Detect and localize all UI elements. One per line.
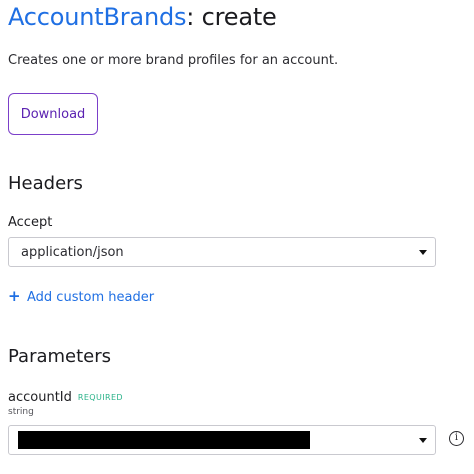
- plus-icon: +: [8, 287, 21, 305]
- download-button[interactable]: Download: [8, 93, 98, 135]
- accept-label: Accept: [8, 215, 53, 230]
- param-name: accountId: [8, 390, 72, 405]
- param-type-label: string: [8, 407, 34, 417]
- accept-select[interactable]: application/json: [8, 237, 436, 267]
- add-custom-header-button[interactable]: + Add custom header: [8, 287, 154, 305]
- redacted-value: [18, 431, 310, 449]
- page-description: Creates one or more brand profiles for a…: [8, 53, 339, 68]
- caret-down-icon: [419, 438, 427, 443]
- parameters-heading: Parameters: [8, 346, 112, 367]
- add-custom-header-label: Add custom header: [27, 290, 155, 305]
- accept-select-value: application/json: [21, 245, 124, 260]
- page-title-resource: AccountBrands: [8, 3, 187, 31]
- page-title: AccountBrands: create: [8, 3, 277, 31]
- accountid-select[interactable]: [8, 425, 436, 455]
- headers-heading: Headers: [8, 173, 83, 194]
- required-badge: REQUIRED: [77, 393, 123, 402]
- page-title-method: : create: [186, 3, 277, 31]
- param-accountid-label: accountId REQUIRED: [8, 390, 123, 405]
- caret-down-icon: [419, 250, 427, 255]
- info-icon[interactable]: i: [449, 431, 464, 446]
